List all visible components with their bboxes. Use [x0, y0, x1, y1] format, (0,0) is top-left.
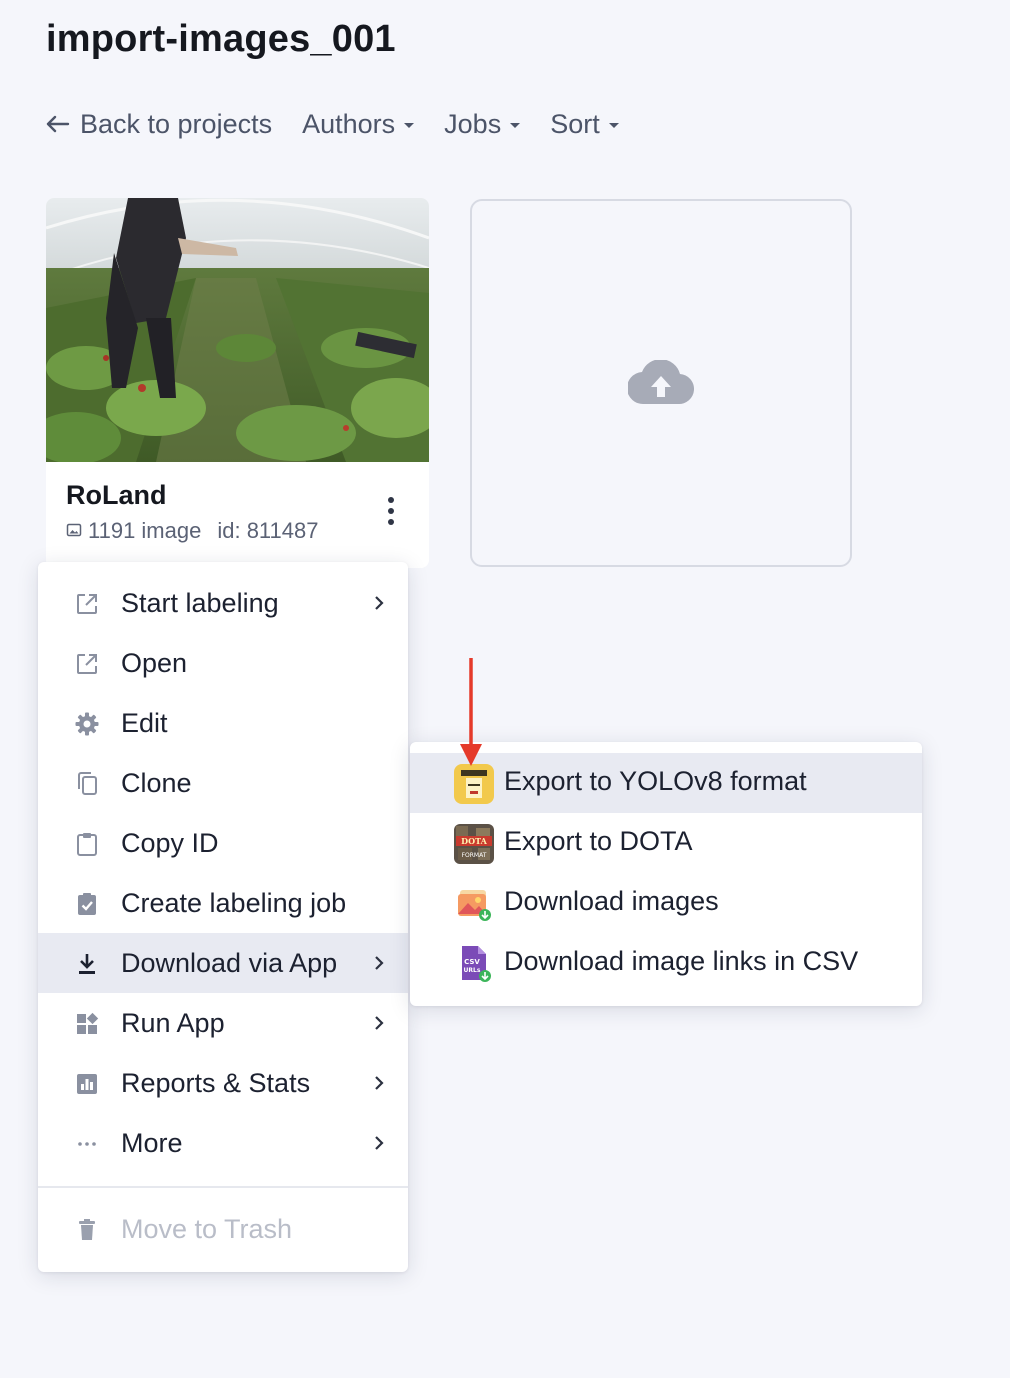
menu-item-label: Run App — [121, 1007, 225, 1038]
menu-item-label: Edit — [121, 707, 168, 738]
caret-down-icon — [510, 122, 521, 128]
submenu-item-download-images[interactable]: Download images — [410, 873, 922, 933]
apps-icon — [74, 1011, 100, 1037]
sort-label: Sort — [550, 108, 600, 139]
menu-item-open[interactable]: Open — [38, 633, 408, 693]
caret-down-icon — [608, 122, 619, 128]
menu-item-label: Move to Trash — [121, 1213, 293, 1244]
chevron-right-icon — [375, 1076, 384, 1090]
caret-down-icon — [404, 122, 415, 128]
csv-download-icon: CSV URLs — [462, 946, 491, 982]
menu-item-label: Start labeling — [121, 587, 279, 618]
authors-dropdown[interactable]: Authors — [302, 108, 415, 140]
dota-app-icon: DOTA FORMAT — [454, 824, 494, 864]
chevron-right-icon — [375, 1136, 384, 1150]
image-icon — [66, 518, 82, 544]
image-count: 1191 image — [88, 518, 202, 543]
images-download-icon — [458, 890, 491, 921]
project-thumbnail[interactable] — [46, 198, 429, 462]
toolbar: Back to projects Authors Jobs Sort — [46, 104, 619, 144]
svg-text:FORMAT: FORMAT — [462, 852, 487, 859]
menu-item-label: Copy ID — [121, 827, 219, 858]
svg-text:DOTA: DOTA — [461, 836, 487, 846]
svg-text:CSV: CSV — [464, 958, 480, 966]
clipboard-check-icon — [74, 891, 100, 917]
svg-text:URLs: URLs — [464, 967, 481, 974]
submenu-item-label: Download image links in CSV — [504, 946, 859, 976]
menu-item-start-labeling[interactable]: Start labeling — [38, 573, 408, 633]
sort-dropdown[interactable]: Sort — [550, 109, 619, 140]
chevron-right-icon — [375, 956, 384, 970]
menu-item-label: Clone — [121, 767, 192, 798]
submenu-item-label: Export to YOLOv8 format — [504, 766, 807, 796]
submenu-item-label: Export to DOTA — [504, 826, 693, 856]
download-via-app-submenu: Export to YOLOv8 format DOTA FORMAT Expo… — [410, 742, 922, 1006]
trash-icon — [74, 1217, 100, 1243]
download-icon — [74, 951, 100, 977]
authors-label: Authors — [302, 108, 396, 139]
yolo-app-icon — [454, 764, 494, 804]
more-options-icon[interactable] — [380, 494, 402, 528]
jobs-dropdown[interactable]: Jobs — [444, 108, 521, 140]
menu-item-copy-id[interactable]: Copy ID — [38, 813, 408, 873]
annotation-arrow-icon — [460, 658, 482, 766]
jobs-label: Jobs — [444, 108, 502, 139]
external-link-icon — [74, 651, 100, 677]
arrow-left-icon — [46, 115, 70, 133]
ellipsis-icon — [74, 1131, 100, 1157]
submenu-item-export-yolov8[interactable]: Export to YOLOv8 format — [410, 753, 922, 813]
menu-item-label: More — [121, 1127, 183, 1158]
menu-item-label: Open — [121, 647, 188, 678]
menu-item-clone[interactable]: Clone — [38, 753, 408, 813]
back-to-projects-link[interactable]: Back to projects — [46, 109, 272, 140]
menu-item-label: Download via App — [121, 947, 338, 978]
submenu-item-export-dota[interactable]: DOTA FORMAT Export to DOTA — [410, 813, 922, 873]
project-page: import-images_001 Back to projects Autho… — [0, 0, 1010, 1378]
external-link-icon — [74, 591, 100, 617]
project-context-menu: Start labeling Open Edit Clone Copy ID C… — [38, 562, 408, 1272]
menu-item-label: Reports & Stats — [121, 1067, 311, 1098]
menu-item-edit[interactable]: Edit — [38, 693, 408, 753]
cloud-upload-icon — [628, 360, 694, 405]
menu-item-label: Create labeling job — [121, 887, 347, 918]
project-meta: 1191 image id: 811487 — [66, 518, 318, 544]
menu-item-more[interactable]: More — [38, 1113, 408, 1173]
submenu-item-download-csv[interactable]: CSV URLs Download image links in CSV — [410, 933, 922, 993]
upload-dropzone[interactable] — [470, 199, 852, 567]
menu-item-create-labeling-job[interactable]: Create labeling job — [38, 873, 408, 933]
menu-divider — [38, 1186, 408, 1188]
submenu-item-label: Download images — [504, 886, 719, 916]
menu-item-run-app[interactable]: Run App — [38, 993, 408, 1053]
project-name[interactable]: RoLand — [66, 480, 167, 511]
menu-item-move-to-trash[interactable]: Move to Trash — [38, 1199, 408, 1259]
chevron-right-icon — [375, 596, 384, 610]
gear-icon — [74, 711, 100, 737]
project-card[interactable]: RoLand 1191 image id: 811487 — [46, 198, 429, 568]
project-id: id: 811487 — [217, 518, 319, 543]
back-to-projects-label: Back to projects — [80, 108, 273, 139]
menu-item-download-via-app[interactable]: Download via App — [38, 933, 408, 993]
menu-item-reports-stats[interactable]: Reports & Stats — [38, 1053, 408, 1113]
copy-icon — [74, 771, 100, 797]
chevron-right-icon — [375, 1016, 384, 1030]
clipboard-icon — [74, 831, 100, 857]
chart-icon — [74, 1071, 100, 1097]
page-title: import-images_001 — [46, 18, 396, 60]
